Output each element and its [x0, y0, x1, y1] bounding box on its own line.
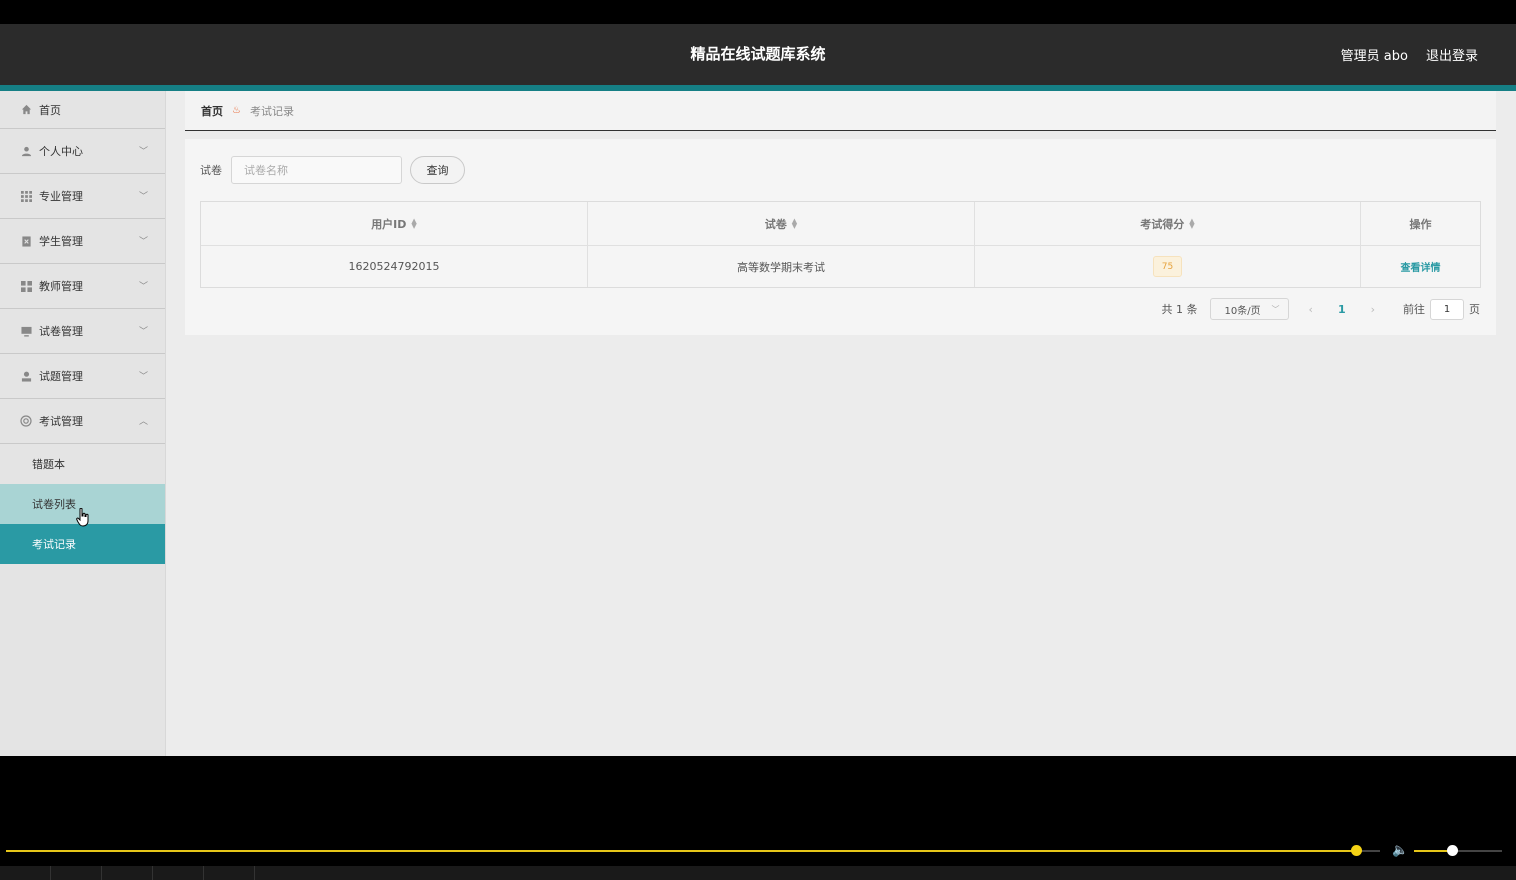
student-icon	[20, 235, 32, 247]
sidebar-item-label: 专业管理	[39, 190, 83, 203]
sidebar-subitem-label: 考试记录	[32, 538, 76, 551]
cell-paper: 高等数学期末考试	[588, 246, 975, 287]
sidebar-item-teacher-management[interactable]: 教师管理 ﹀	[0, 264, 165, 309]
taskbar-item[interactable]	[0, 866, 51, 880]
video-player-controls: 🔈	[0, 838, 1516, 866]
taskbar-item[interactable]	[204, 866, 255, 880]
search-label: 试卷	[200, 164, 222, 177]
column-header-paper[interactable]: 试卷 ▲ ▼	[588, 202, 975, 245]
taskbar-item[interactable]	[153, 866, 204, 880]
sidebar-subitem-label: 试卷列表	[32, 498, 76, 511]
apps-icon	[20, 280, 32, 292]
score-badge: 75	[1153, 256, 1182, 277]
breadcrumb-separator-icon: ♨	[232, 105, 241, 116]
app-window: 精品在线试题库系统 管理员 abo 退出登录 首页 个人中心 ﹀ 专业管理 ﹀ …	[0, 24, 1516, 756]
table-header-row: 用户ID ▲ ▼ 试卷 ▲ ▼ 考试得分 ▲ ▼ 操作	[201, 202, 1480, 246]
sort-icon[interactable]: ▲ ▼	[411, 217, 416, 229]
column-header-action: 操作	[1409, 217, 1432, 231]
breadcrumb-current: 考试记录	[249, 104, 294, 118]
progress-handle[interactable]	[1351, 845, 1362, 856]
taskbar-item[interactable]	[51, 866, 102, 880]
person-icon	[20, 370, 32, 382]
sidebar-item-label: 试题管理	[39, 370, 83, 383]
page-size-select[interactable]: 10条/页 ﹀	[1209, 298, 1289, 320]
chevron-up-icon: ︿	[138, 416, 148, 427]
sort-icon[interactable]: ▲ ▼	[1189, 217, 1194, 229]
chevron-down-icon: ﹀	[138, 326, 148, 337]
sidebar-item-label: 个人中心	[39, 145, 83, 158]
sidebar-subitem-label: 错题本	[32, 458, 65, 471]
sidebar-item-label: 教师管理	[39, 280, 83, 293]
user-area: 管理员 abo 退出登录	[1341, 45, 1478, 64]
breadcrumb-home[interactable]: 首页	[201, 103, 223, 119]
sidebar: 首页 个人中心 ﹀ 专业管理 ﹀ 学生管理 ﹀ 教师管理 ﹀ 试卷管理 ﹀ 试题…	[0, 91, 166, 756]
chevron-down-icon: ﹀	[138, 371, 148, 382]
sidebar-item-label: 学生管理	[39, 235, 83, 248]
pagination-total: 共 1 条	[1161, 303, 1198, 316]
monitor-icon	[20, 325, 32, 337]
sidebar-item-personal-center[interactable]: 个人中心 ﹀	[0, 129, 165, 174]
screen-frame: 精品在线试题库系统 管理员 abo 退出登录 首页 个人中心 ﹀ 专业管理 ﹀ …	[0, 0, 1516, 880]
page-number-current[interactable]: 1	[1338, 303, 1346, 316]
paper-name-input[interactable]: 试卷名称	[231, 156, 402, 184]
taskbar-item[interactable]	[102, 866, 153, 880]
query-button[interactable]: 查询	[410, 156, 465, 184]
sort-icon[interactable]: ▲ ▼	[792, 217, 797, 229]
goto-suffix: 页	[1469, 303, 1480, 316]
chevron-down-icon: ﹀	[138, 146, 148, 157]
chevron-down-icon: ﹀	[1271, 304, 1280, 314]
cell-user-id: 1620524792015	[201, 246, 588, 287]
sidebar-item-label: 考试管理	[39, 415, 83, 428]
view-detail-link[interactable]: 查看详情	[1401, 259, 1441, 274]
main-content: 首页 ♨ 考试记录 试卷 试卷名称 查询 用户ID ▲ ▼ 试卷 ▲ ▼ 考试得…	[185, 91, 1496, 335]
sidebar-subitem-wrong-questions[interactable]: 错题本	[0, 444, 165, 484]
cell-score: 75	[975, 246, 1361, 287]
chevron-down-icon: ﹀	[138, 281, 148, 292]
goto-prefix: 前往	[1403, 303, 1425, 316]
top-bar: 精品在线试题库系统 管理员 abo 退出登录	[0, 24, 1516, 85]
sidebar-item-question-management[interactable]: 试题管理 ﹀	[0, 354, 165, 399]
exam-records-table: 用户ID ▲ ▼ 试卷 ▲ ▼ 考试得分 ▲ ▼ 操作 162052479201…	[200, 201, 1481, 288]
pagination: 共 1 条 10条/页 ﹀ ‹ 1 › 前往 1 页	[1162, 298, 1480, 320]
goto-page-input[interactable]: 1	[1430, 298, 1464, 320]
chevron-down-icon: ﹀	[138, 236, 148, 247]
sidebar-item-student-management[interactable]: 学生管理 ﹀	[0, 219, 165, 264]
volume-handle[interactable]	[1447, 845, 1458, 856]
next-page-icon[interactable]: ›	[1371, 303, 1375, 316]
app-title: 精品在线试题库系统	[690, 45, 826, 63]
prev-page-icon[interactable]: ‹	[1309, 303, 1313, 316]
sidebar-item-label: 首页	[39, 103, 61, 117]
circle-icon	[20, 415, 32, 427]
column-header-user-id[interactable]: 用户ID ▲ ▼	[201, 202, 588, 245]
cell-action: 查看详情	[1361, 246, 1480, 287]
sidebar-item-major-management[interactable]: 专业管理 ﹀	[0, 174, 165, 219]
home-icon	[20, 104, 32, 116]
chevron-down-icon: ﹀	[138, 191, 148, 202]
mouse-pointer-icon	[76, 507, 90, 532]
progress-bar[interactable]	[6, 850, 1378, 852]
sidebar-item-paper-management[interactable]: 试卷管理 ﹀	[0, 309, 165, 354]
taskbar	[0, 866, 1516, 880]
volume-icon[interactable]: 🔈	[1392, 843, 1408, 858]
sidebar-item-label: 试卷管理	[39, 325, 83, 338]
search-row: 试卷 试卷名称 查询	[200, 156, 465, 184]
content-panel: 试卷 试卷名称 查询 用户ID ▲ ▼ 试卷 ▲ ▼ 考试得分 ▲ ▼ 操作 1…	[185, 139, 1496, 335]
grid-icon	[20, 190, 32, 202]
admin-user-label[interactable]: 管理员 abo	[1341, 45, 1408, 64]
table-row: 1620524792015 高等数学期末考试 75 查看详情	[201, 246, 1480, 287]
breadcrumb: 首页 ♨ 考试记录	[185, 91, 1496, 131]
logout-link[interactable]: 退出登录	[1426, 45, 1478, 64]
sidebar-item-exam-management[interactable]: 考试管理 ︿	[0, 399, 165, 444]
column-header-score[interactable]: 考试得分 ▲ ▼	[975, 202, 1361, 245]
sidebar-item-home[interactable]: 首页	[0, 91, 165, 129]
user-icon	[20, 145, 32, 157]
